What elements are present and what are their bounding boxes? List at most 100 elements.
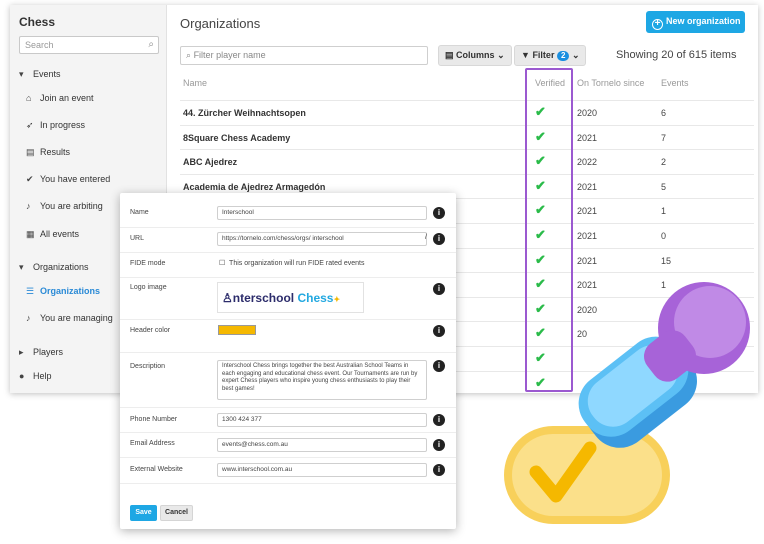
- events-section-toggle[interactable]: ▾ Events: [19, 69, 61, 80]
- sidebar-item-you-are-managing[interactable]: ♪ You are managing: [26, 313, 113, 323]
- header-color-row: Header color i: [120, 320, 456, 353]
- org-name-cell[interactable]: ABC Ajedrez: [183, 157, 237, 167]
- since-cell: 2021: [577, 255, 598, 266]
- url-suffix: /: [425, 234, 427, 241]
- fide-label: FIDE mode: [130, 260, 166, 267]
- help-link[interactable]: ● Help: [19, 371, 52, 381]
- sidebar-item-you-are-arbiting[interactable]: ♪ You are arbiting: [26, 201, 103, 211]
- since-cell: 2022: [577, 157, 598, 168]
- email-label: Email Address: [130, 440, 175, 447]
- info-icon[interactable]: i: [433, 464, 445, 476]
- info-icon[interactable]: i: [433, 439, 445, 451]
- fide-row: FIDE mode ☐ This organization will run F…: [120, 253, 456, 278]
- document-icon: ▤: [26, 147, 35, 157]
- phone-input[interactable]: 1300 424 377: [217, 413, 427, 427]
- search-icon: ⌕: [186, 50, 192, 60]
- info-icon[interactable]: i: [433, 233, 445, 245]
- save-button[interactable]: Save: [130, 505, 157, 521]
- website-label: External Website: [130, 466, 183, 473]
- columns-button[interactable]: ▤ Columns ⌄: [438, 45, 512, 66]
- info-icon[interactable]: i: [433, 325, 445, 337]
- logo-figure-icon: ♙: [222, 291, 233, 305]
- url-input[interactable]: https://tornelo.com/chess/orgs/ intersch…: [217, 232, 427, 246]
- brand-title: Chess: [19, 15, 56, 29]
- logo-label: Logo image: [130, 284, 167, 291]
- info-icon[interactable]: i: [433, 207, 445, 219]
- column-header-name[interactable]: Name: [183, 78, 207, 88]
- table-row[interactable]: 44. Zürcher Weihnachtsopen ✔ 2020 6: [180, 100, 754, 125]
- players-section-toggle[interactable]: ▸ Players: [19, 347, 63, 358]
- calendar-icon: ▦: [26, 229, 35, 239]
- table-row[interactable]: ABC Ajedrez ✔ 2022 2: [180, 149, 754, 174]
- funnel-icon: ▼: [521, 50, 530, 60]
- whistle-icon: ♪: [26, 313, 31, 323]
- check-icon: ✔: [26, 174, 34, 184]
- website-row: External Website www.interschool.com.au …: [120, 458, 456, 484]
- sidebar-item-in-progress[interactable]: ➶ In progress: [26, 120, 85, 131]
- org-name-cell[interactable]: 8Square Chess Academy: [183, 133, 290, 143]
- info-icon[interactable]: i: [433, 283, 445, 295]
- sparkle-icon: ✦: [333, 295, 341, 304]
- header-color-swatch[interactable]: [218, 325, 256, 335]
- url-row: URL https://tornelo.com/chess/orgs/ inte…: [120, 228, 456, 253]
- logo-row: Logo image ♙nterschool Chess✦ i: [120, 278, 456, 320]
- columns-icon: ▤: [445, 50, 454, 60]
- website-input[interactable]: www.interschool.com.au: [217, 463, 427, 477]
- plus-circle-icon: +: [652, 19, 663, 30]
- description-textarea[interactable]: Interschool Chess brings together the be…: [217, 360, 427, 400]
- sidebar-item-organizations[interactable]: ☰ Organizations: [26, 286, 100, 297]
- filter-button[interactable]: ▼ Filter 2 ⌄: [514, 45, 587, 66]
- since-cell: 2021: [577, 181, 598, 192]
- sidebar-item-you-have-entered[interactable]: ✔ You have entered: [26, 174, 110, 185]
- items-count: Showing 20 of 615 items: [616, 49, 737, 61]
- name-row: Name Interschool i: [120, 201, 456, 228]
- page-title: Organizations: [180, 16, 261, 31]
- sidebar-item-all-events[interactable]: ▦ All events: [26, 229, 79, 240]
- info-icon[interactable]: i: [433, 360, 445, 372]
- caret-right-icon: ▸: [19, 347, 24, 357]
- chevron-down-icon: ⌄: [497, 50, 505, 60]
- sidebar-search-input[interactable]: Search ⌕: [19, 36, 159, 54]
- info-icon[interactable]: i: [433, 414, 445, 426]
- logo-image[interactable]: ♙nterschool Chess✦: [217, 282, 364, 313]
- org-name-cell[interactable]: Academia de Ajedrez Armagedón: [183, 182, 325, 192]
- filter-placeholder: Filter player name: [193, 50, 266, 60]
- name-input[interactable]: Interschool: [217, 206, 427, 220]
- filter-player-input[interactable]: ⌕ Filter player name: [180, 46, 428, 65]
- column-header-since[interactable]: On Tornelo since: [577, 78, 644, 88]
- column-header-events[interactable]: Events: [661, 78, 689, 88]
- url-label: URL: [130, 235, 145, 242]
- since-cell: 2021: [577, 231, 598, 241]
- whistle-icon: ♪: [26, 201, 31, 211]
- verified-stamp-illustration: [504, 282, 750, 524]
- description-row: Description Interschool Chess brings tog…: [120, 353, 456, 408]
- sidebar-item-join-event[interactable]: ⌂ Join an event: [26, 93, 94, 103]
- email-row: Email Address events@chess.com.au i: [120, 433, 456, 458]
- organizations-section-toggle[interactable]: ▾ Organizations: [19, 262, 89, 273]
- table-row[interactable]: 8Square Chess Academy ✔ 2021 7: [180, 124, 754, 150]
- new-organization-button[interactable]: + New organization: [646, 11, 745, 33]
- phone-row: Phone Number 1300 424 377 i: [120, 408, 456, 433]
- sidebar-item-results[interactable]: ▤ Results: [26, 147, 70, 158]
- chevron-down-icon: ⌄: [571, 50, 580, 60]
- search-icon: ⌕: [148, 39, 154, 50]
- events-cell: 2: [661, 157, 667, 168]
- email-input[interactable]: events@chess.com.au: [217, 438, 427, 452]
- events-cell: 15: [661, 255, 672, 266]
- since-cell: 2020: [577, 108, 598, 118]
- since-cell: 2021: [577, 206, 598, 217]
- filter-count-badge: 2: [556, 51, 570, 61]
- fide-checkbox[interactable]: ☐ This organization will run FIDE rated …: [219, 259, 364, 267]
- list-icon: ☰: [26, 286, 35, 296]
- name-label: Name: [130, 209, 149, 216]
- cancel-button[interactable]: Cancel: [160, 505, 193, 521]
- events-cell: 0: [661, 231, 667, 241]
- rocket-icon: ➶: [26, 120, 34, 130]
- caret-down-icon: ▾: [19, 262, 24, 272]
- search-placeholder: Search: [25, 40, 54, 50]
- fide-checkbox-label: This organization will run FIDE rated ev…: [229, 260, 365, 267]
- org-name-cell[interactable]: 44. Zürcher Weihnachtsopen: [183, 108, 306, 118]
- since-cell: 2021: [577, 132, 598, 143]
- description-label: Description: [130, 363, 166, 370]
- events-cell: 5: [661, 181, 667, 192]
